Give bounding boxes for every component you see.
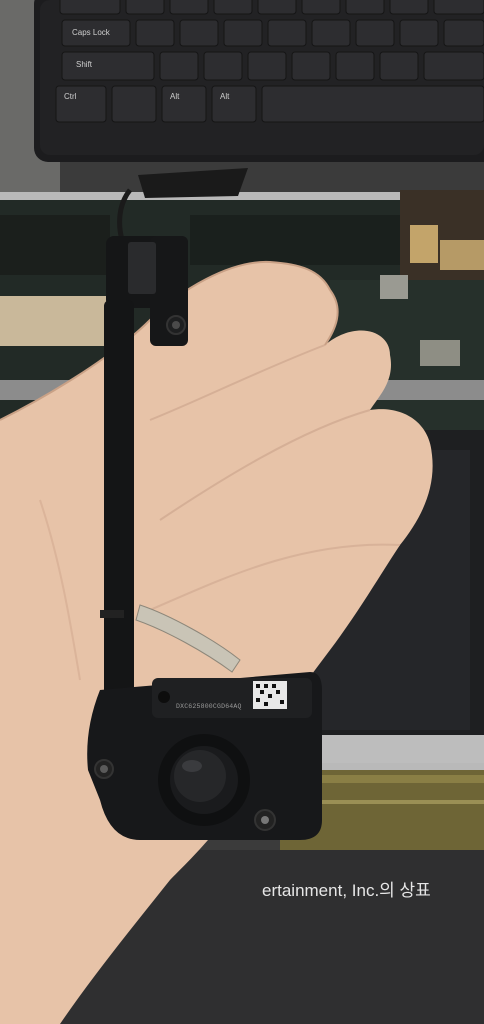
key-label-ctrl: Ctrl — [64, 92, 77, 101]
key-label-alt-right: Alt — [220, 92, 230, 101]
key-label-alt-left: Alt — [170, 92, 180, 101]
part-number-label: DXC625800CGD64AQ — [176, 703, 242, 710]
background-print-text: ertainment, Inc.의 상표 — [262, 881, 431, 900]
key-label-caps-lock: Caps Lock — [72, 28, 110, 37]
key-label-shift: Shift — [76, 60, 93, 69]
photo-scene — [0, 0, 484, 1024]
keyboard — [34, 0, 484, 162]
